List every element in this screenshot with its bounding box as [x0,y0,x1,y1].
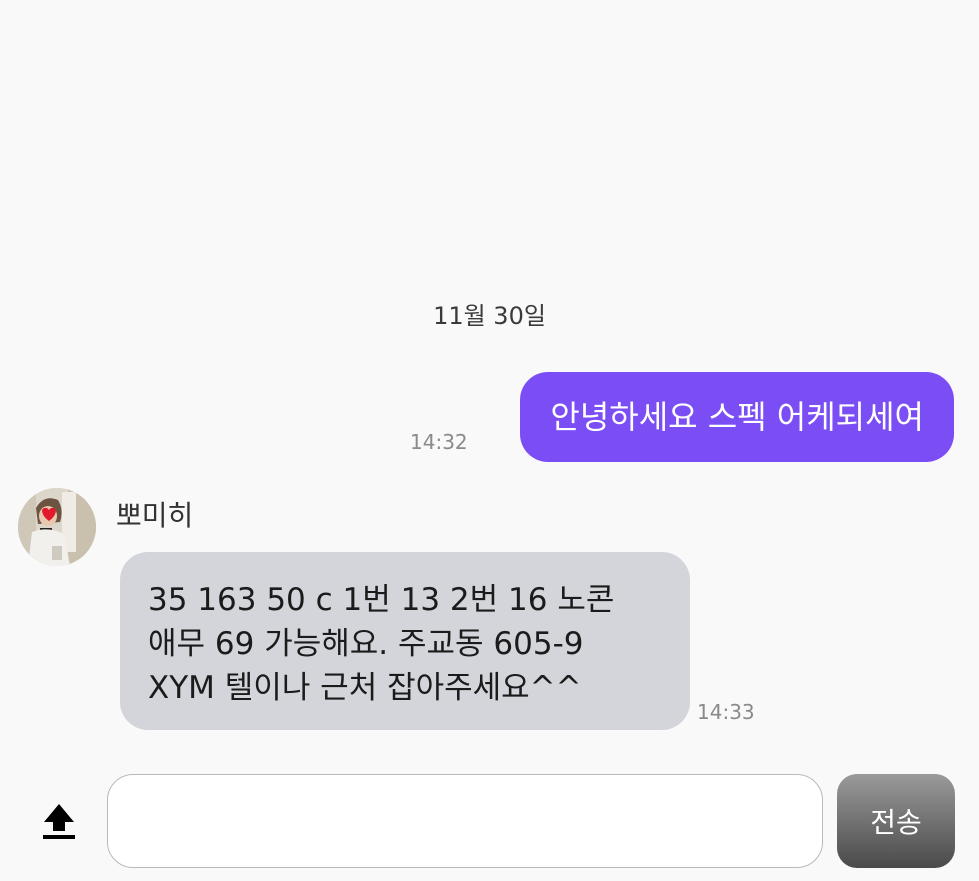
message-composer: 전송 [0,760,979,881]
message-line: XYM 텔이나 근처 잡아주세요^^ [148,670,582,706]
chat-area: 11월 30일 14:32 안녕하세요 스펙 어케되세여 뽀미히 35 163 … [0,0,979,760]
incoming-message-bubble[interactable]: 35 163 50 c 1번 13 2번 16 노콘 애무 69 가능해요. 주… [120,552,690,730]
incoming-timestamp: 14:33 [697,700,755,724]
outgoing-message-bubble[interactable]: 안녕하세요 스펙 어케되세여 [520,372,954,462]
message-line: 35 163 50 c 1번 13 2번 16 노콘 [148,582,615,618]
outgoing-timestamp: 14:32 [410,430,468,454]
message-line: 애무 69 가능해요. 주교동 605-9 [148,626,584,662]
avatar-photo [18,488,96,566]
date-separator: 11월 30일 [433,302,546,330]
upload-button[interactable] [36,798,82,844]
upload-arrow-icon [43,804,75,839]
message-input[interactable] [107,774,823,868]
sender-name: 뽀미히 [116,499,194,532]
sender-avatar[interactable] [18,488,96,566]
send-button[interactable]: 전송 [837,774,955,868]
